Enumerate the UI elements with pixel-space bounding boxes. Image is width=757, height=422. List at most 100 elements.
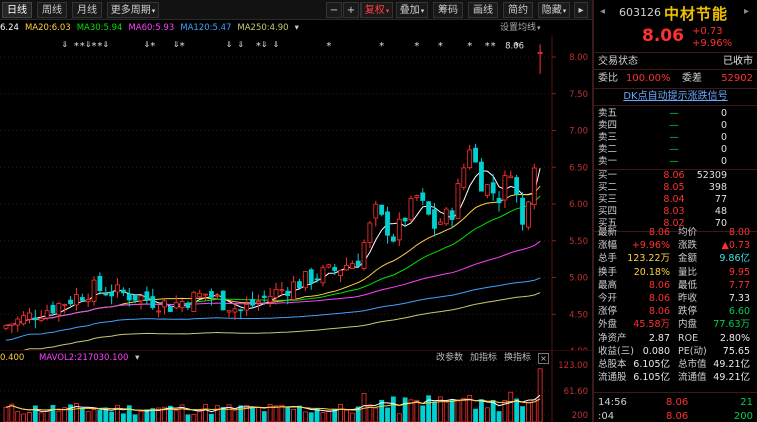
candle-body	[109, 291, 115, 297]
price-axis: 8.007.507.006.506.005.505.004.504.00	[552, 53, 588, 350]
tab-weekly[interactable]: 周线	[37, 2, 67, 18]
last-price: 8.06	[642, 26, 684, 46]
volume-bar	[390, 396, 396, 422]
switch-indicator-button[interactable]: 换指标	[504, 352, 531, 365]
volume-bar	[44, 410, 50, 422]
volume-bar	[109, 411, 115, 422]
stock-header: ◂ 603126 中材节能 ▸	[594, 0, 757, 26]
tab-monthly[interactable]: 月线	[72, 2, 102, 18]
volume-bar	[484, 407, 490, 422]
volume-bar	[255, 406, 261, 422]
overlay-button[interactable]: 叠加▾	[396, 2, 428, 18]
ask-label: 卖二	[598, 144, 618, 155]
ask-qty: 0	[720, 108, 727, 119]
candle-body	[279, 289, 285, 292]
hide-button[interactable]: 隐藏▾	[538, 2, 570, 18]
stat-value: ▲0.73	[721, 240, 750, 252]
edit-params-button[interactable]: 改参数	[436, 352, 463, 365]
tick-time: 14:56	[598, 397, 627, 408]
stat-label: 跌停	[678, 306, 698, 318]
ask-label: 卖四	[598, 120, 618, 131]
candle-body	[179, 301, 185, 309]
volume-bar	[402, 397, 408, 422]
ask-label: 卖一	[598, 156, 618, 167]
stat-label: 昨收	[678, 293, 698, 304]
quote-panel: ◂ 603126 中材节能 ▸ 8.06 +0.73 +9.96% 交易状态 已…	[594, 0, 757, 422]
zoom-in-button[interactable]: +	[343, 2, 359, 18]
star-icon: *	[438, 41, 443, 52]
volume-bar	[297, 405, 302, 422]
candle-body	[297, 281, 302, 289]
ask-row: 卖二 — 0	[594, 144, 757, 156]
candle-body	[508, 175, 514, 179]
next-stock-icon[interactable]: ▸	[744, 6, 749, 17]
stat-label: 金额	[678, 253, 698, 265]
star-icon: *	[80, 41, 85, 52]
candle-body	[461, 167, 467, 188]
volume-bar	[455, 400, 461, 422]
ask-qty: 0	[720, 120, 727, 131]
tick-volume: 200	[733, 411, 753, 422]
add-indicator-button[interactable]: 加指标	[470, 352, 497, 365]
zoom-out-button[interactable]: −	[326, 2, 342, 18]
stat-value: 75.65	[722, 345, 750, 357]
trade-status-row: 交易状态 已收市	[594, 55, 757, 69]
draw-line-button[interactable]: 画线	[468, 2, 498, 18]
stat-value: 6.60	[728, 306, 750, 318]
tab-daily[interactable]: 日线	[2, 2, 32, 18]
candle-body	[38, 318, 44, 321]
stat-cell: 昨收 7.33	[674, 292, 754, 305]
chips-button[interactable]: 筹码	[433, 2, 463, 18]
tab-more-periods[interactable]: 更多周期▾	[107, 2, 159, 18]
ask-row: 卖一 — 0	[594, 156, 757, 168]
fq-button[interactable]: 复权▾	[361, 2, 393, 18]
volume-bar	[50, 404, 56, 422]
prev-stock-icon[interactable]: ◂	[600, 6, 605, 17]
stat-value: 45.58万	[633, 319, 670, 331]
volume-bar	[85, 411, 91, 422]
volume-bar	[203, 404, 208, 422]
simple-button[interactable]: 简约	[503, 2, 533, 18]
tick-label: 7.00	[569, 127, 588, 137]
down-arrow-icon: ⇓	[173, 40, 180, 49]
volume-bar	[32, 405, 38, 422]
stat-cell: 总股本 6.105亿	[594, 358, 674, 371]
candle-body	[56, 303, 62, 316]
stat-cell: 总市值 49.21亿	[674, 358, 754, 371]
tick-row: :04 8.06 200	[594, 410, 757, 422]
candlestick-chart[interactable]: ⇓ ⇓ ⇓ ⇓ ⇓ ⇓ ⇓ ⇓ ⇓* * * * * * * * * * * * * * *8.06 8.007.507.0…	[0, 35, 592, 350]
ma-line	[5, 240, 541, 326]
chart-toolbar: 日线 周线 月线 更多周期▾ − + ← 复权▾ 叠加▾ 筹码 画线 简约 隐藏…	[0, 0, 592, 20]
hide-label: 隐藏	[541, 5, 562, 16]
down-arrow-icon: ⇓	[85, 40, 92, 49]
volume-dropdown-icon[interactable]: ▾	[135, 353, 139, 363]
close-icon[interactable]: ×	[538, 353, 549, 364]
stat-value: 7.33	[728, 293, 750, 304]
stat-value: 49.21亿	[713, 372, 750, 384]
candle-body	[302, 271, 308, 289]
down-arrow-icon: ⇓	[237, 40, 244, 49]
volume-bar	[285, 407, 291, 422]
chevron-down-icon: ▾	[562, 7, 567, 15]
star-icon: *	[97, 41, 102, 52]
candle-body	[255, 301, 261, 304]
volume-bar	[173, 410, 179, 422]
volume-bar	[326, 410, 332, 422]
ma-dropdown-icon[interactable]: ▾	[295, 23, 299, 33]
stat-value: 8.06	[648, 279, 670, 291]
volume-bar	[279, 404, 285, 422]
ma-line	[5, 277, 541, 341]
candle-body	[467, 149, 473, 169]
candle-body	[173, 302, 179, 309]
candle-body	[414, 195, 420, 198]
volume-bar	[138, 410, 144, 422]
dk-signal-link[interactable]: DK点自动提示涨跌信号	[594, 90, 757, 104]
collapse-panel-button[interactable]: ▸	[574, 2, 588, 18]
ma-settings-button[interactable]: 设置均线▾	[500, 21, 541, 35]
candle-body	[3, 325, 9, 329]
tick-label: 5.50	[569, 237, 588, 247]
stat-value: 6.105亿	[633, 372, 670, 384]
volume-bar	[144, 409, 150, 422]
tick-row: 14:56 8.06 21	[594, 396, 757, 410]
candle-body	[162, 300, 167, 308]
